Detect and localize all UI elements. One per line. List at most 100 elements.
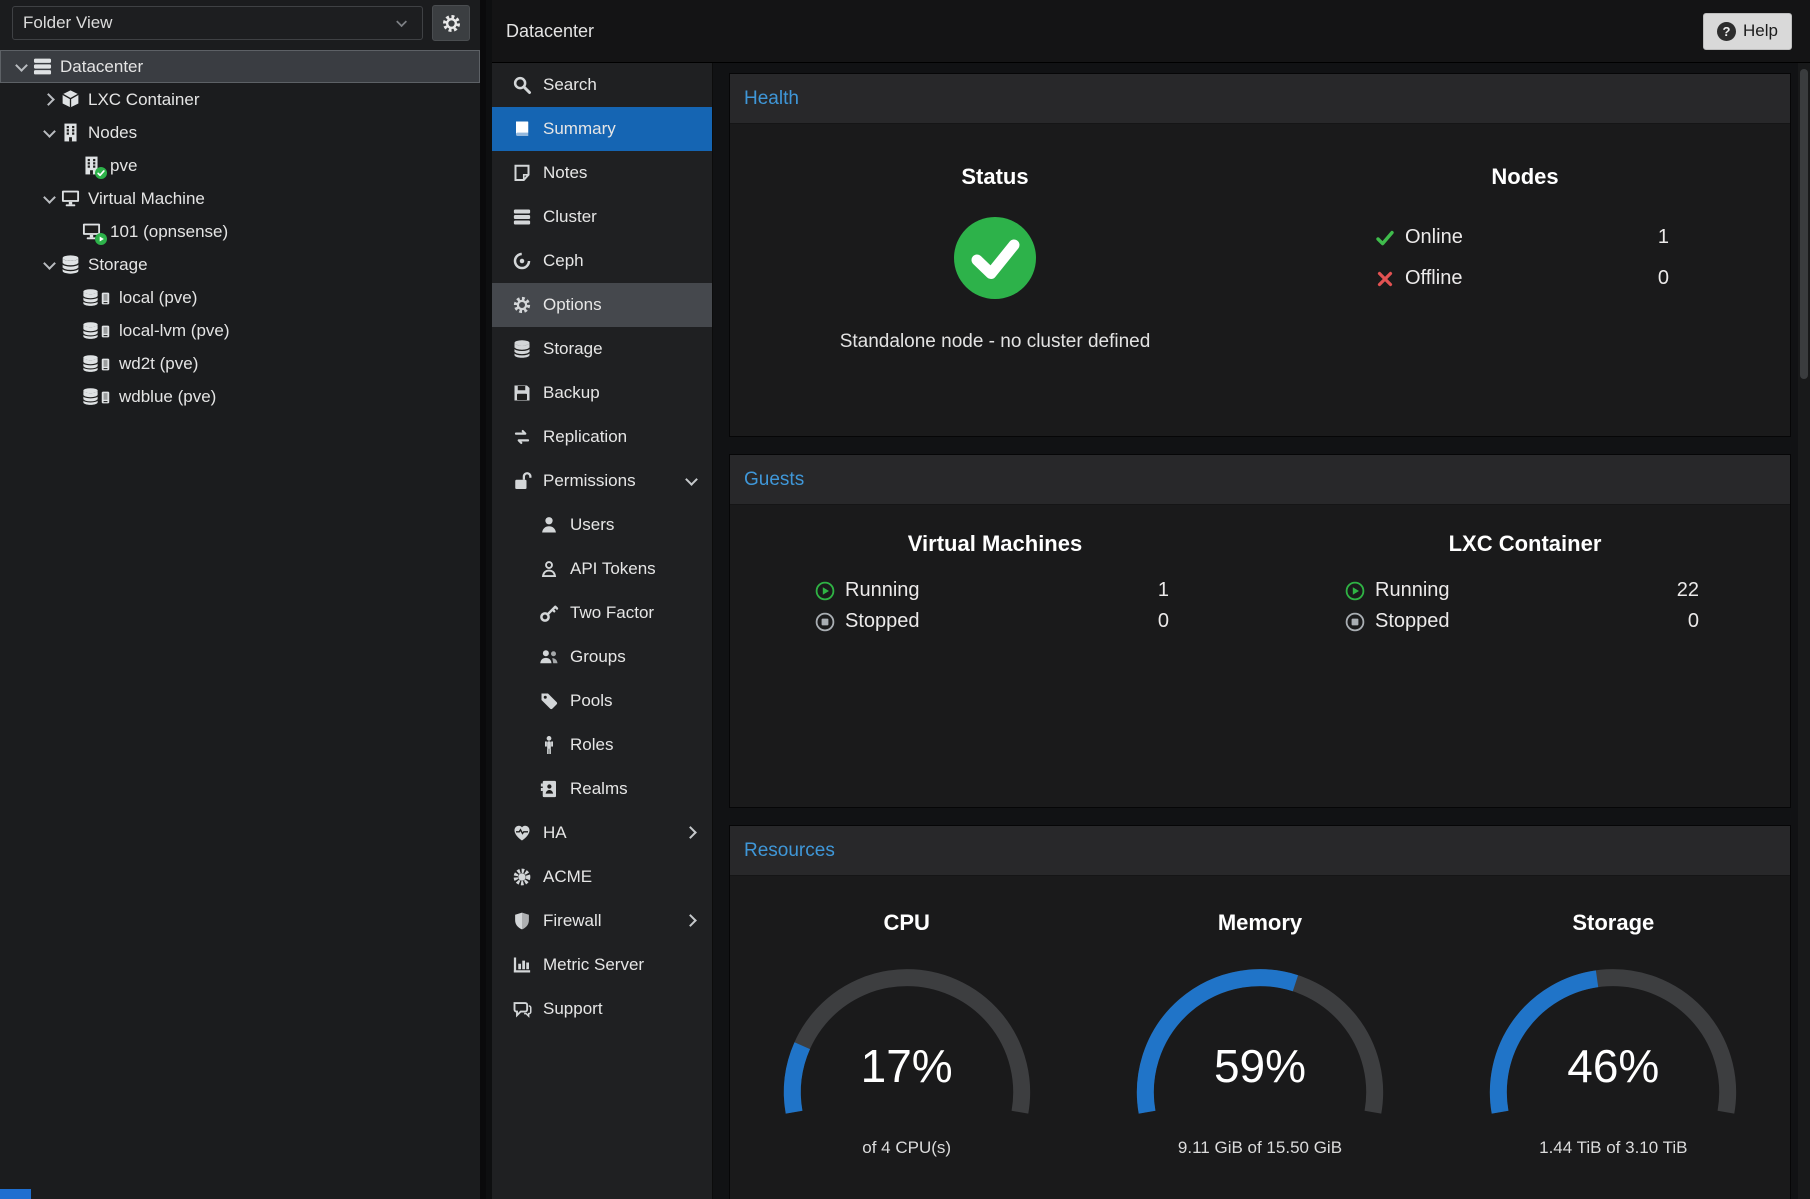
nav-item-summary[interactable]: Summary [492, 107, 712, 151]
nodes-heading: Nodes [1260, 164, 1790, 190]
tree-item-datacenter[interactable]: Datacenter [0, 50, 480, 83]
chevron-down-icon[interactable] [682, 471, 702, 491]
nav-item-options[interactable]: Options [492, 283, 712, 327]
nav-item-support[interactable]: Support [492, 987, 712, 1031]
cpu-heading: CPU [730, 910, 1083, 936]
tree-item-vm-101[interactable]: 101 (opnsense) [0, 215, 480, 248]
nav-item-search[interactable]: Search [492, 63, 712, 107]
ceph-icon [512, 251, 532, 271]
tree-item-label: local-lvm (pve) [119, 321, 230, 341]
nav-item-acme[interactable]: ACME [492, 855, 712, 899]
cpu-gauge: 17% [757, 962, 1057, 1134]
nav-item-two-factor[interactable]: Two Factor [492, 591, 712, 635]
chevron-down-icon[interactable] [12, 57, 32, 77]
tree-item-lxc-container[interactable]: LXC Container [0, 83, 480, 116]
key-icon [539, 603, 559, 623]
vm-rows: Running 1 Stopped 0 [815, 579, 1175, 633]
storage-gauge: 46% [1463, 962, 1763, 1134]
resources-panel-header[interactable]: Resources [730, 826, 1790, 876]
tree-item-storage-wdblue[interactable]: wdblue (pve) [0, 380, 480, 413]
bottom-left-accent [0, 1189, 31, 1199]
tree-item-storage-local[interactable]: local (pve) [0, 281, 480, 314]
page-title[interactable]: Datacenter [506, 21, 594, 42]
nav-item-roles[interactable]: Roles [492, 723, 712, 767]
chevron-right-icon[interactable] [682, 911, 702, 931]
nodes-online-row: Online 1 [1375, 226, 1675, 249]
tree-item-label: wdblue (pve) [119, 387, 216, 407]
lxc-heading: LXC Container [1260, 531, 1790, 557]
nav-item-realms[interactable]: Realms [492, 767, 712, 811]
nav-item-notes[interactable]: Notes [492, 151, 712, 195]
storage-column: Storage 46% 1.44 TiB of 3.10 TiB [1437, 876, 1790, 1199]
nodes-rows: Online 1 Offline 0 [1375, 226, 1675, 290]
nav-item-label: Pools [570, 691, 613, 711]
tree-settings-button[interactable] [432, 5, 470, 41]
memory-heading: Memory [1083, 910, 1436, 936]
offline-value: 0 [1658, 267, 1675, 290]
virtual-machines-column: Virtual Machines Running 1 Stopped 0 [730, 505, 1260, 807]
nav-item-ceph[interactable]: Ceph [492, 239, 712, 283]
vertical-scrollbar[interactable] [1798, 63, 1810, 1199]
nav-item-label: Notes [543, 163, 587, 183]
nav-item-api-tokens[interactable]: API Tokens [492, 547, 712, 591]
heartbeat-icon [512, 823, 532, 843]
tree-item-nodes[interactable]: Nodes [0, 116, 480, 149]
tree-item-pve[interactable]: pve [0, 149, 480, 182]
health-title: Health [744, 88, 799, 110]
cube-icon [60, 89, 81, 110]
nav-item-ha[interactable]: HA [492, 811, 712, 855]
nav-item-label: Metric Server [543, 955, 644, 975]
nav-item-label: Two Factor [570, 603, 654, 623]
database-icon [81, 321, 100, 340]
content-header: Datacenter ? Help [492, 0, 1810, 63]
nav-item-label: Options [543, 295, 602, 315]
guests-body: Virtual Machines Running 1 Stopped 0 [730, 505, 1790, 807]
nav-item-users[interactable]: Users [492, 503, 712, 547]
vm-stopped-row: Stopped 0 [815, 610, 1175, 633]
tree-item-storage-wd2t[interactable]: wd2t (pve) [0, 347, 480, 380]
nav-item-permissions[interactable]: Permissions [492, 459, 712, 503]
storage-caption: 1.44 TiB of 3.10 TiB [1437, 1138, 1790, 1158]
stop-circle-icon [815, 612, 835, 632]
tree-item-storage[interactable]: Storage [0, 248, 480, 281]
nodes-column: Nodes Online 1 Offline 0 [1260, 124, 1790, 436]
tree-item-virtual-machine[interactable]: Virtual Machine [0, 182, 480, 215]
note-icon [512, 163, 532, 183]
nav-item-label: Ceph [543, 251, 584, 271]
scrollbar-thumb[interactable] [1800, 69, 1808, 379]
chevron-down-icon[interactable] [40, 123, 60, 143]
vm-running-label: Running [845, 579, 920, 602]
nav-item-storage[interactable]: Storage [492, 327, 712, 371]
chevron-down-icon[interactable] [40, 189, 60, 209]
view-mode-select[interactable]: Folder View [12, 6, 423, 40]
nav-item-cluster[interactable]: Cluster [492, 195, 712, 239]
nav-item-metric-server[interactable]: Metric Server [492, 943, 712, 987]
tree-item-storage-local-lvm[interactable]: local-lvm (pve) [0, 314, 480, 347]
tree-item-label: Nodes [88, 123, 137, 143]
chevron-down-icon [394, 15, 411, 32]
guests-panel-header[interactable]: Guests [730, 455, 1790, 505]
person-icon [539, 735, 559, 755]
help-button-label: Help [1743, 21, 1778, 41]
help-button[interactable]: ? Help [1703, 13, 1792, 50]
tree-item-label: Virtual Machine [88, 189, 205, 209]
nav-item-pools[interactable]: Pools [492, 679, 712, 723]
nav-item-backup[interactable]: Backup [492, 371, 712, 415]
desktop-icon [60, 188, 81, 209]
chevron-right-icon[interactable] [40, 90, 60, 110]
chevron-right-icon[interactable] [682, 823, 702, 843]
online-value: 1 [1658, 226, 1675, 249]
nav-item-groups[interactable]: Groups [492, 635, 712, 679]
drive-icon [99, 389, 112, 406]
storage-icon [81, 354, 112, 373]
drive-icon [99, 290, 112, 307]
nav-item-replication[interactable]: Replication [492, 415, 712, 459]
memory-gauge: 59% [1110, 962, 1410, 1134]
vm-running-icon [81, 221, 103, 243]
vm-heading: Virtual Machines [730, 531, 1260, 557]
chevron-down-icon[interactable] [40, 255, 60, 275]
health-panel-header[interactable]: Health [730, 74, 1790, 124]
nav-item-firewall[interactable]: Firewall [492, 899, 712, 943]
database-icon [512, 339, 532, 359]
nav-item-label: Realms [570, 779, 628, 799]
